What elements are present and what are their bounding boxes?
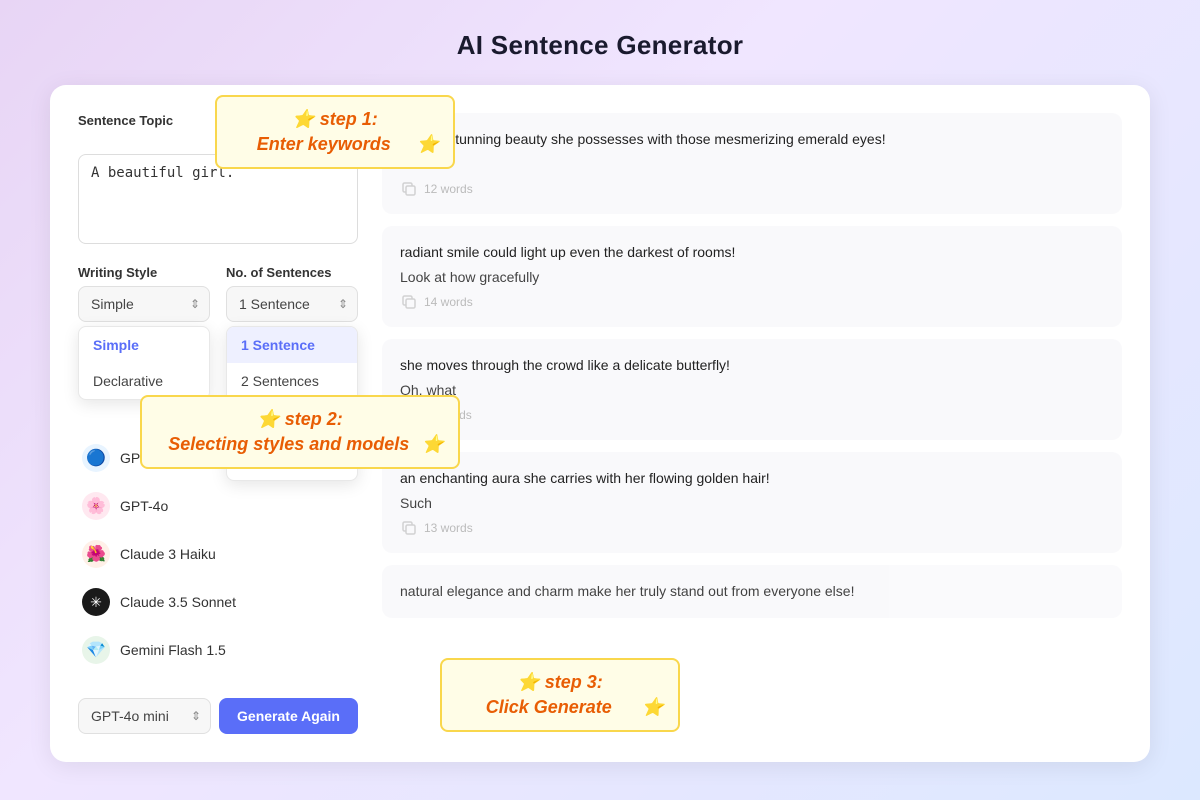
model-icon-claude-sonnet: ✳	[82, 588, 110, 616]
copy-icon-3[interactable]	[400, 406, 418, 424]
style-option-simple[interactable]: Simple	[79, 327, 209, 363]
char-count: /5000	[328, 113, 358, 127]
writing-style-select-wrapper: Simple Declarative ⇕ Simple Declarative	[78, 286, 210, 322]
model-item-claude-sonnet[interactable]: ✳ Claude 3.5 Sonnet	[78, 582, 358, 622]
page-title: AI Sentence Generator	[457, 30, 744, 61]
sentences-label: No. of Sentences	[226, 265, 358, 280]
word-count-4: 13 words	[424, 521, 473, 535]
copy-icon-2[interactable]	[400, 293, 418, 311]
word-count-3: 11 words	[424, 408, 472, 422]
model-icon-gptmini-top: 🔵	[82, 444, 110, 472]
result-card-4: an enchanting aura she carries with her …	[382, 452, 1122, 553]
result-card-3: she moves through the crowd like a delic…	[382, 339, 1122, 440]
result-sub-1: Her	[400, 156, 1104, 172]
writing-style-select[interactable]: Simple Declarative	[78, 286, 210, 322]
result-meta-4: 13 words	[400, 519, 1104, 537]
result-sub-2: Look at how gracefully	[400, 269, 1104, 285]
result-card-5: natural elegance and charm make her trul…	[382, 565, 1122, 618]
sentences-select-wrapper: 1 Sentence 2 Sentences 3 Sentences 5 Sen…	[226, 286, 358, 322]
topic-label: Sentence Topic	[78, 113, 173, 128]
bottom-model-select[interactable]: GPT-4o mini GPT-4o Claude 3 Haiku Claude…	[78, 698, 211, 734]
sentences-group: No. of Sentences 1 Sentence 2 Sentences …	[226, 265, 358, 322]
model-item-gemini[interactable]: 💎 Gemini Flash 1.5	[78, 630, 358, 670]
topic-section: Sentence Topic /5000 A beautiful girl.	[78, 113, 358, 249]
model-icon-gpt4o: 🌸	[82, 492, 110, 520]
word-count-1: 12 words	[424, 182, 473, 196]
result-main-4: an enchanting aura she carries with her …	[400, 468, 1104, 489]
result-card-1: What a stunning beauty she possesses wit…	[382, 113, 1122, 214]
result-meta-2: 14 words	[400, 293, 1104, 311]
left-panel: Sentence Topic /5000 A beautiful girl. W…	[78, 113, 358, 734]
sentences-select[interactable]: 1 Sentence 2 Sentences 3 Sentences 5 Sen…	[226, 286, 358, 322]
word-count-2: 14 words	[424, 295, 473, 309]
sentence-opt-2[interactable]: 2 Sentences	[227, 363, 357, 399]
generate-button[interactable]: Generate Again	[219, 698, 358, 734]
model-name-gptmini-top: GPT-4o mini	[120, 450, 198, 466]
model-icon-claude-haiku: 🌺	[82, 540, 110, 568]
sentences-dropdown: 1 Sentence 2 Sentences 3 Sentences 5 Sen…	[226, 326, 358, 481]
copy-icon-4[interactable]	[400, 519, 418, 537]
result-meta-1: 12 words	[400, 180, 1104, 198]
result-main-1: What a stunning beauty she possesses wit…	[400, 129, 1104, 150]
writing-style-dropdown: Simple Declarative	[78, 326, 210, 400]
model-name-gpt4o: GPT-4o	[120, 498, 168, 514]
model-item-gpt4o[interactable]: 🌸 GPT-4o	[78, 486, 358, 526]
model-icon-gemini: 💎	[82, 636, 110, 664]
model-name-claude-sonnet: Claude 3.5 Sonnet	[120, 594, 236, 610]
result-card-2: radiant smile could light up even the da…	[382, 226, 1122, 327]
writing-style-label: Writing Style	[78, 265, 210, 280]
model-name-claude-haiku: Claude 3 Haiku	[120, 546, 216, 562]
right-panel: What a stunning beauty she possesses wit…	[382, 113, 1122, 734]
result-main-3: she moves through the crowd like a delic…	[400, 355, 1104, 376]
result-main-2: radiant smile could light up even the da…	[400, 242, 1104, 263]
bottom-model-wrapper: GPT-4o mini GPT-4o Claude 3 Haiku Claude…	[78, 698, 211, 734]
topic-textarea[interactable]: A beautiful girl.	[78, 154, 358, 244]
controls-row: Writing Style Simple Declarative ⇕ Simpl…	[78, 265, 358, 322]
result-sub-3: Oh, what	[400, 382, 1104, 398]
writing-style-group: Writing Style Simple Declarative ⇕ Simpl…	[78, 265, 210, 322]
result-meta-3: 11 words	[400, 406, 1104, 424]
model-item-claude-haiku[interactable]: 🌺 Claude 3 Haiku	[78, 534, 358, 574]
sentence-opt-1[interactable]: 1 Sentence	[227, 327, 357, 363]
style-option-declarative[interactable]: Declarative	[79, 363, 209, 399]
copy-icon-1[interactable]	[400, 180, 418, 198]
bottom-selector: GPT-4o mini GPT-4o Claude 3 Haiku Claude…	[78, 698, 358, 734]
main-container: Sentence Topic /5000 A beautiful girl. W…	[50, 85, 1150, 762]
result-sub-4: Such	[400, 495, 1104, 511]
result-main-5: natural elegance and charm make her trul…	[400, 581, 1104, 602]
sentence-opt-3[interactable]: 3 Sentences	[227, 408, 357, 444]
model-name-gemini: Gemini Flash 1.5	[120, 642, 226, 658]
sentence-opt-5[interactable]: 5 Sentences	[227, 444, 357, 480]
